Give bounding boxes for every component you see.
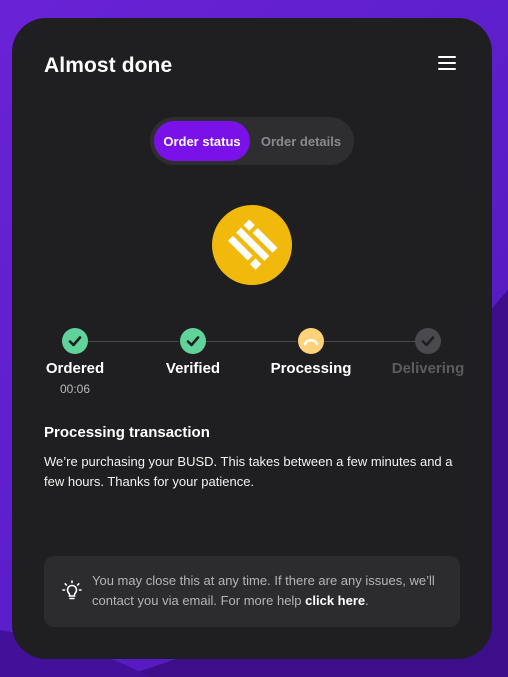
- step-label-verified: Verified: [165, 360, 221, 377]
- tab-order-status[interactable]: Order status: [154, 121, 250, 161]
- step-label-processing: Processing: [270, 360, 352, 377]
- order-progress-card: Almost done Order status Order details O…: [12, 18, 492, 659]
- busd-icon: [212, 205, 292, 285]
- step-delivering-check-icon: [415, 328, 441, 354]
- status-description: We’re purchasing your BUSD. This takes b…: [44, 454, 453, 489]
- step-label-delivering: Delivering: [391, 360, 465, 377]
- status-title: Processing transaction: [44, 424, 210, 441]
- help-notice: You may close this at any time. If there…: [44, 556, 460, 627]
- step-connector: [206, 341, 297, 342]
- order-tabs: Order status Order details: [150, 117, 354, 165]
- lightbulb-icon: [62, 580, 82, 600]
- tab-order-details[interactable]: Order details: [252, 121, 350, 161]
- help-notice-message: You may close this at any time. If there…: [92, 573, 435, 608]
- help-link[interactable]: click here: [305, 593, 365, 608]
- hamburger-menu-icon[interactable]: [436, 54, 460, 74]
- help-notice-suffix: .: [365, 593, 369, 608]
- page-title: Almost done: [44, 54, 173, 77]
- step-connector: [324, 341, 415, 342]
- step-label-ordered: Ordered: [45, 360, 105, 377]
- step-ordered-check-icon: [62, 328, 88, 354]
- step-processing-spinner-icon: [298, 328, 324, 354]
- step-connector: [88, 341, 179, 342]
- step-time-ordered: 00:06: [59, 382, 91, 396]
- step-verified-check-icon: [180, 328, 206, 354]
- help-notice-text: You may close this at any time. If there…: [92, 571, 442, 611]
